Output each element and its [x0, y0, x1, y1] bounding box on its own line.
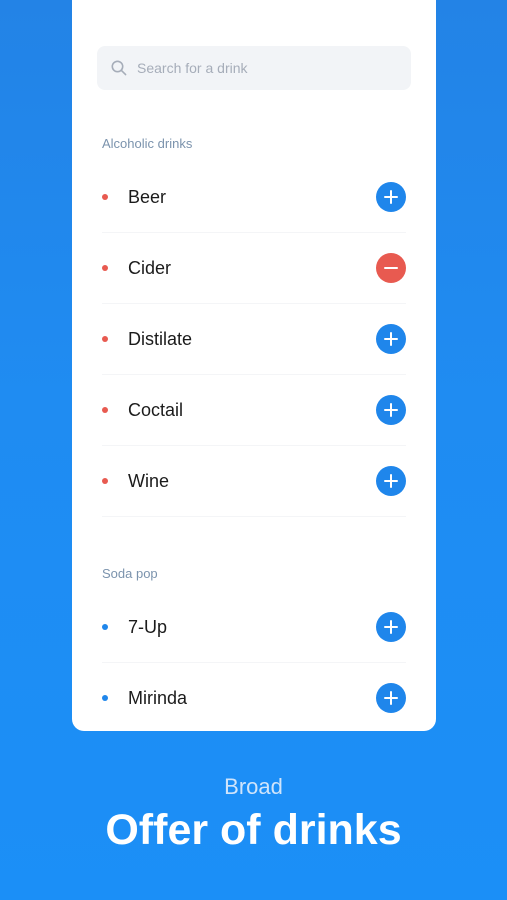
list-item: Coctail — [102, 385, 406, 435]
bullet-dot — [102, 478, 108, 484]
search-bar[interactable] — [97, 46, 411, 90]
drink-label: Mirinda — [128, 687, 188, 708]
add-button[interactable] — [376, 683, 406, 713]
bullet-dot — [102, 407, 108, 413]
divider — [102, 303, 406, 304]
drink-label: Beer — [128, 186, 167, 207]
bullet-dot — [102, 336, 108, 342]
drink-label: Distilate — [128, 328, 193, 349]
add-button[interactable] — [376, 612, 406, 642]
drink-label: Cider — [128, 257, 172, 278]
list-item: Distilate — [102, 314, 406, 364]
add-button[interactable] — [376, 182, 406, 212]
drink-label: Coctail — [128, 399, 184, 420]
add-button[interactable] — [376, 466, 406, 496]
divider — [102, 662, 406, 663]
section-title-soda: Soda pop — [102, 566, 158, 581]
caption-title: Offer of drinks — [105, 806, 402, 854]
bullet-dot — [102, 624, 108, 630]
remove-button[interactable] — [376, 253, 406, 283]
list-item: Cider — [102, 243, 406, 293]
section-title-alcoholic: Alcoholic drinks — [102, 136, 193, 151]
caption-subtitle: Broad — [224, 774, 283, 799]
bullet-dot — [102, 265, 108, 271]
add-button[interactable] — [376, 395, 406, 425]
divider — [102, 374, 406, 375]
divider — [102, 516, 406, 517]
search-input[interactable] — [137, 60, 357, 76]
list-item: Wine — [102, 456, 406, 506]
divider — [102, 232, 406, 233]
bullet-dot — [102, 695, 108, 701]
drink-label: Wine — [128, 470, 170, 491]
divider — [102, 445, 406, 446]
drinks-card: Alcoholic drinks Beer Cider Distilate Co… — [72, 0, 436, 731]
drink-label: 7-Up — [128, 616, 168, 637]
list-item: Beer — [102, 172, 406, 222]
add-button[interactable] — [376, 324, 406, 354]
list-item: Mirinda — [102, 673, 406, 723]
search-icon — [111, 60, 127, 76]
bullet-dot — [102, 194, 108, 200]
list-item: 7-Up — [102, 602, 406, 652]
